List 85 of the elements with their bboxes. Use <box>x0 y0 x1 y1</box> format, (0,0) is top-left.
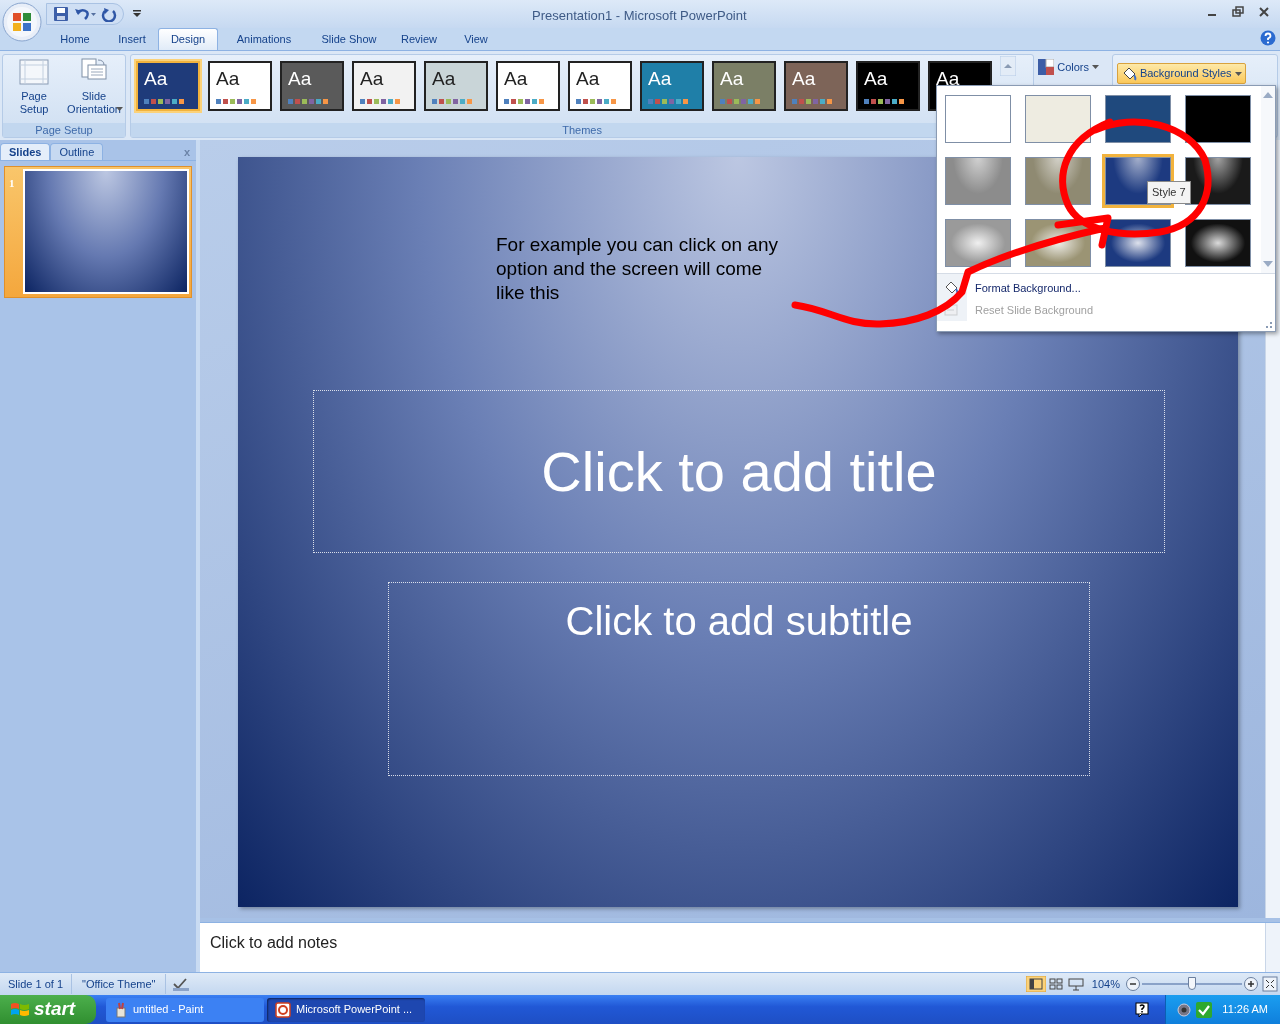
zoom-slider-thumb[interactable] <box>1188 977 1196 990</box>
security-check-icon[interactable] <box>1196 1001 1213 1018</box>
help-icon[interactable] <box>1260 30 1276 46</box>
theme-sample-text: Aa <box>792 69 816 89</box>
help-balloon-icon[interactable] <box>1135 1001 1150 1018</box>
speaker-icon[interactable] <box>1176 1001 1193 1018</box>
page-setup-icon <box>18 57 50 87</box>
pane-tab[interactable]: Slides <box>0 143 51 160</box>
slide-indicator: Slide 1 of 1 <box>0 974 73 994</box>
group-label: Page Setup <box>3 123 125 137</box>
resize-grip-icon <box>1265 321 1273 329</box>
background-style-swatch[interactable] <box>1185 95 1251 143</box>
zoom-out-icon[interactable] <box>1126 977 1140 991</box>
background-style-swatch[interactable] <box>945 157 1011 205</box>
reset-icon <box>943 302 959 318</box>
theme-name: "Office Theme" <box>72 974 167 994</box>
theme-sample-text: Aa <box>288 69 312 89</box>
background-style-swatch[interactable] <box>945 219 1011 267</box>
theme-thumbnail[interactable]: Aa <box>568 61 632 111</box>
theme-thumbnail[interactable]: Aa <box>784 61 848 111</box>
theme-sample-text: Aa <box>864 69 888 89</box>
scrollbar[interactable] <box>1265 923 1280 972</box>
theme-sample-text: Aa <box>216 69 240 89</box>
redo-icon[interactable] <box>101 6 117 22</box>
theme-sample-text: Aa <box>432 69 456 89</box>
theme-sample-text: Aa <box>936 69 960 89</box>
close-icon[interactable] <box>1258 6 1270 18</box>
menu-item[interactable]: Format Background... <box>937 277 1275 299</box>
ribbon-tab[interactable]: Insert <box>106 28 158 50</box>
theme-thumbnail[interactable]: Aa <box>856 61 920 111</box>
taskbar-button[interactable]: untitled - Paint <box>106 997 264 1022</box>
slide-show-icon[interactable] <box>1065 976 1086 992</box>
subtitle-placeholder[interactable]: Click to add subtitle <box>388 582 1090 776</box>
theme-sample-text: Aa <box>360 69 384 89</box>
theme-thumbnail[interactable]: Aa <box>640 61 704 111</box>
presentation-app-icon <box>275 1001 291 1018</box>
zoom-level[interactable]: 104% <box>1091 975 1120 993</box>
theme-thumbnail[interactable]: Aa <box>280 61 344 111</box>
colors-button[interactable]: Colors <box>1038 58 1108 76</box>
theme-sample-text: Aa <box>144 69 168 89</box>
background-style-swatch[interactable] <box>945 95 1011 143</box>
caret-icon <box>1234 71 1242 76</box>
ribbon-tab[interactable]: Review <box>388 28 450 50</box>
caret-icon <box>1092 65 1099 69</box>
spell-check-icon[interactable] <box>172 977 191 991</box>
ribbon-tab[interactable]: View <box>450 28 502 50</box>
taskbar-button[interactable]: Microsoft PowerPoint ... <box>267 997 425 1022</box>
paint-brush-icon <box>114 1001 128 1018</box>
ribbon-tab[interactable]: Home <box>44 28 106 50</box>
ribbon-tab[interactable]: Slide Show <box>310 28 388 50</box>
slide-number: 1 <box>9 176 16 191</box>
theme-sample-text: Aa <box>720 69 744 89</box>
zoom-in-icon[interactable] <box>1244 977 1258 991</box>
theme-thumbnail[interactable]: Aa <box>208 61 272 111</box>
caret-icon <box>115 107 123 111</box>
ribbon-button[interactable]: Slide Orientation <box>65 57 123 123</box>
background-style-swatch[interactable] <box>1185 219 1251 267</box>
paint-bucket-icon <box>943 280 959 296</box>
theme-thumbnail[interactable]: Aa <box>352 61 416 111</box>
pane-tab[interactable]: Outline <box>50 143 104 160</box>
restore-icon[interactable] <box>1232 6 1244 18</box>
clock: 11:26 AM <box>1222 1002 1268 1018</box>
theme-thumbnail[interactable]: Aa <box>712 61 776 111</box>
color-palette-icon <box>1038 59 1055 75</box>
background-style-swatch[interactable] <box>1025 95 1091 143</box>
undo-icon[interactable] <box>73 6 97 22</box>
fit-window-icon[interactable] <box>1262 976 1278 992</box>
theme-sample-text: Aa <box>504 69 528 89</box>
ribbon-button[interactable]: Page Setup <box>5 57 63 123</box>
slide-thumbnail[interactable] <box>23 169 189 294</box>
theme-thumbnail[interactable]: Aa <box>424 61 488 111</box>
windows-flag-icon <box>10 1000 30 1019</box>
normal-view-icon[interactable] <box>1025 976 1046 992</box>
window-title: Presentation1 - Microsoft PowerPoint <box>532 7 747 25</box>
customize-caret-icon[interactable] <box>132 9 142 19</box>
ribbon-tab[interactable]: Animations <box>218 28 310 50</box>
background-styles-button[interactable]: Background Styles <box>1116 63 1246 84</box>
tooltip: Style 7 <box>1147 181 1191 204</box>
save-icon[interactable] <box>53 6 69 22</box>
theme-thumbnail[interactable]: Aa <box>136 61 200 111</box>
theme-sample-text: Aa <box>648 69 672 89</box>
theme-sample-text: Aa <box>576 69 600 89</box>
annotation-note: For example you can click on any option and the screen will come like this <box>496 233 779 305</box>
ribbon-tab[interactable]: Design <box>158 28 218 50</box>
theme-thumbnail[interactable]: Aa <box>496 61 560 111</box>
